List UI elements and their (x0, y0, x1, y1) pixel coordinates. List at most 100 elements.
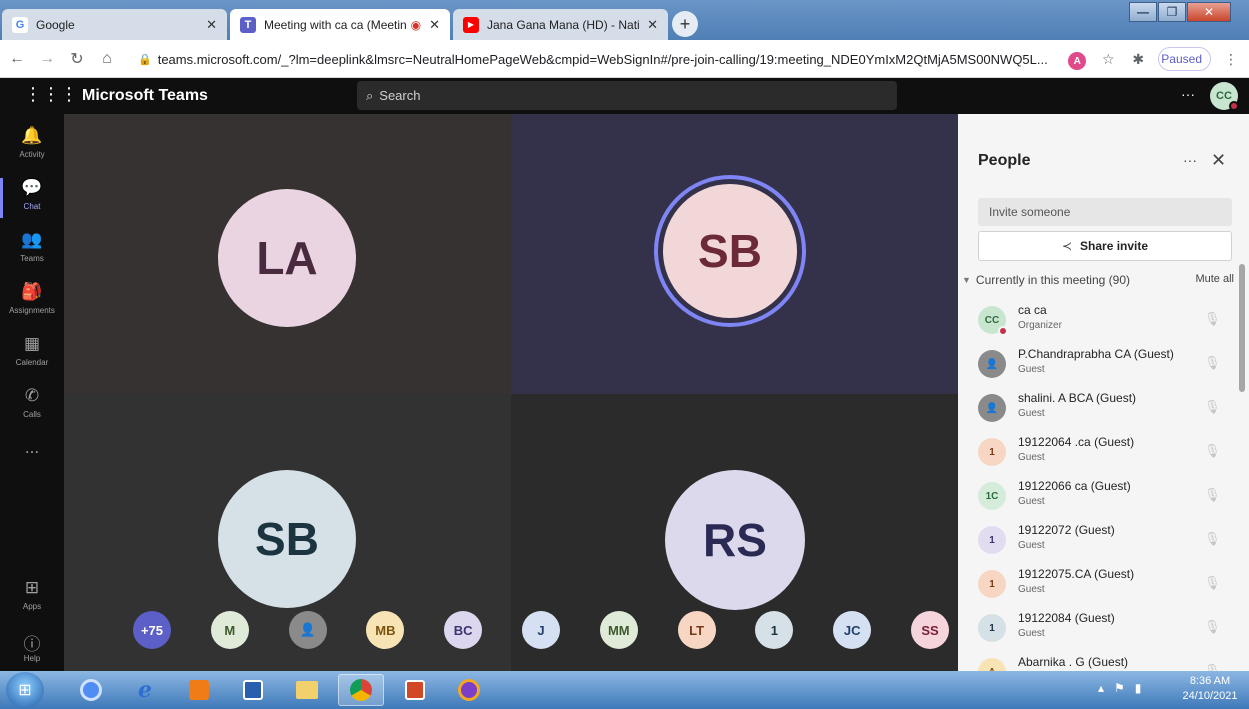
rail-activity[interactable]: 🔔 Activity (0, 126, 64, 174)
browser-tab-google[interactable]: G Google ✕ (2, 9, 227, 40)
window-close-button[interactable]: ✕ (1187, 2, 1231, 22)
rail-label: Activity (19, 150, 45, 159)
bookmark-star-icon[interactable]: ☆ (1098, 49, 1118, 69)
address-bar[interactable]: 🔒 teams.microsoft.com/_?lm=deeplink&lmsr… (138, 47, 1078, 71)
my-initials: CC (1216, 90, 1232, 102)
extensions-icon[interactable]: ✱ (1128, 49, 1148, 69)
close-tab-icon[interactable]: ✕ (206, 17, 217, 33)
media-player-icon[interactable] (176, 674, 222, 706)
participant-avatar: LA (218, 189, 356, 327)
rail-calls[interactable]: ✆ Calls (0, 386, 64, 434)
mute-all-button[interactable]: Mute all (1195, 273, 1234, 287)
word-icon[interactable] (230, 674, 276, 706)
participant-bubble[interactable]: +75 (133, 611, 171, 649)
maximize-button[interactable]: ❐ (1158, 2, 1186, 22)
participant-row[interactable]: AAbarnika . G (Guest)Guest🎙 (978, 653, 1228, 671)
system-tray[interactable]: ▴ ⚑ ▮ (1098, 681, 1141, 695)
close-tab-icon[interactable]: ✕ (647, 17, 658, 33)
participant-bubble[interactable]: 1 (755, 611, 794, 649)
avatar-initials: 👤 (985, 358, 999, 370)
chromium-icon[interactable] (68, 674, 114, 706)
rail-teams[interactable]: 👥 Teams (0, 230, 64, 278)
mic-muted-icon[interactable]: 🎙 (1204, 619, 1221, 635)
participant-bubble[interactable]: M (210, 611, 249, 649)
participant-row[interactable]: 1C 19122066 ca (Guest) Guest 🎙 (978, 477, 1228, 521)
mic-muted-icon[interactable]: 🎙 (1204, 399, 1221, 415)
participant-row[interactable]: 1 19122072 (Guest) Guest 🎙 (978, 521, 1228, 565)
browser-tab-youtube[interactable]: ▶ Jana Gana Mana (HD) - National ✕ (453, 9, 668, 40)
new-tab-button[interactable]: + (672, 11, 698, 37)
profile-button[interactable]: A Paused (1068, 47, 1211, 71)
home-button[interactable]: ⌂ (94, 46, 120, 72)
browser-tab-teams-meeting[interactable]: T Meeting with ca ca (Meeting ◉ ✕ (230, 9, 450, 40)
participant-row[interactable]: 👤 P.Chandraprabha CA (Guest) Guest 🎙 (978, 345, 1228, 389)
participant-tile[interactable]: LA (64, 114, 511, 394)
chrome-icon[interactable] (338, 674, 384, 706)
participant-row[interactable]: 1 19122064 .ca (Guest) Guest 🎙 (978, 433, 1228, 477)
more-apps-icon: ... (24, 438, 40, 457)
teams-header: ⋮⋮⋮ Microsoft Teams ⌕ Search ··· CC (0, 78, 1249, 114)
section-header[interactable]: ▼ Currently in this meeting (90) Mute al… (962, 273, 1244, 287)
forward-button[interactable]: → (34, 46, 60, 72)
mic-muted-icon[interactable]: 🎙 (1204, 311, 1221, 327)
browser-menu-icon[interactable]: ⋮ (1221, 49, 1241, 69)
participant-bubble[interactable]: LT (677, 611, 716, 649)
rail-calendar[interactable]: ▦ Calendar (0, 334, 64, 382)
search-input[interactable]: ⌕ Search (357, 81, 897, 110)
participant-role: Organizer (1018, 320, 1062, 331)
clock-date: 24/10/2021 (1182, 690, 1238, 702)
tab-title: Google (36, 17, 75, 32)
participant-bubble[interactable]: MM (599, 611, 638, 649)
participant-bubble[interactable]: SS (911, 611, 949, 649)
presentation-icon[interactable] (392, 674, 438, 706)
participant-avatar: SB (663, 184, 797, 318)
participant-bubble[interactable]: BC (444, 611, 483, 649)
mic-muted-icon[interactable]: 🎙 (1204, 443, 1221, 459)
mic-muted-icon[interactable]: 🎙 (1204, 575, 1221, 591)
collapse-caret-icon: ▼ (962, 275, 971, 285)
app-launcher-icon[interactable]: ⋮⋮⋮ (24, 84, 78, 105)
mic-muted-icon[interactable]: 🎙 (1204, 487, 1221, 503)
participant-tile-speaking[interactable]: SB (511, 114, 958, 394)
participant-avatar: 👤 (978, 350, 1006, 378)
browser-app-icon[interactable] (446, 674, 492, 706)
share-invite-button[interactable]: ≺ Share invite (978, 231, 1232, 261)
internet-explorer-icon[interactable]: ℯ (122, 674, 168, 706)
clock[interactable]: 8:36 AM 24/10/2021 (1172, 674, 1248, 704)
back-button[interactable]: ← (4, 46, 30, 72)
participant-row[interactable]: 1 19122075.CA (Guest) Guest 🎙 (978, 565, 1228, 609)
rail-apps[interactable]: ⊞ Apps (0, 578, 64, 626)
participant-row[interactable]: CC ca ca Organizer 🎙 (978, 301, 1228, 345)
rail-label: Help (23, 654, 41, 663)
invite-input[interactable]: Invite someone (978, 198, 1232, 226)
participant-row[interactable]: 👤 shalini. A BCA (Guest) Guest 🎙 (978, 389, 1228, 433)
start-button[interactable]: ⊞ (6, 672, 44, 708)
teams-favicon-icon: T (240, 16, 256, 33)
participant-bubble[interactable]: J (522, 611, 560, 649)
close-icon[interactable]: ✕ (1211, 150, 1226, 171)
participant-bubble[interactable]: JC (833, 611, 872, 649)
rail-label: Chat (23, 202, 41, 211)
participant-name: P.Chandraprabha CA (Guest) (1018, 347, 1174, 361)
my-avatar[interactable]: CC (1210, 82, 1239, 111)
rail-chat[interactable]: 💬 Chat (0, 178, 64, 226)
close-tab-icon[interactable]: ✕ (429, 17, 440, 33)
avatar-initials: CC (984, 314, 1000, 326)
presence-busy-icon (1229, 101, 1239, 111)
participant-row[interactable]: 1 19122084 (Guest) Guest 🎙 (978, 609, 1228, 653)
reload-button[interactable]: ↻ (64, 46, 90, 72)
more-options-icon[interactable]: ··· (1183, 152, 1197, 168)
mic-muted-icon[interactable]: 🎙 (1204, 531, 1221, 547)
participant-role: Guest (1018, 452, 1045, 463)
rail-assignments[interactable]: 🎒 Assignments (0, 282, 64, 330)
mic-muted-icon[interactable]: 🎙 (1204, 355, 1221, 371)
participant-bubble[interactable]: MB (366, 611, 405, 649)
mic-muted-icon[interactable]: 🎙 (1204, 663, 1221, 671)
rail-more[interactable]: ... (0, 438, 64, 486)
chat-icon: 💬 (21, 178, 43, 197)
participant-bubble[interactable]: 👤 (288, 611, 327, 649)
file-explorer-icon[interactable] (284, 674, 330, 706)
more-options-icon[interactable]: ··· (1181, 86, 1195, 102)
scrollbar-thumb[interactable] (1239, 264, 1245, 392)
minimize-button[interactable]: — (1129, 2, 1157, 22)
